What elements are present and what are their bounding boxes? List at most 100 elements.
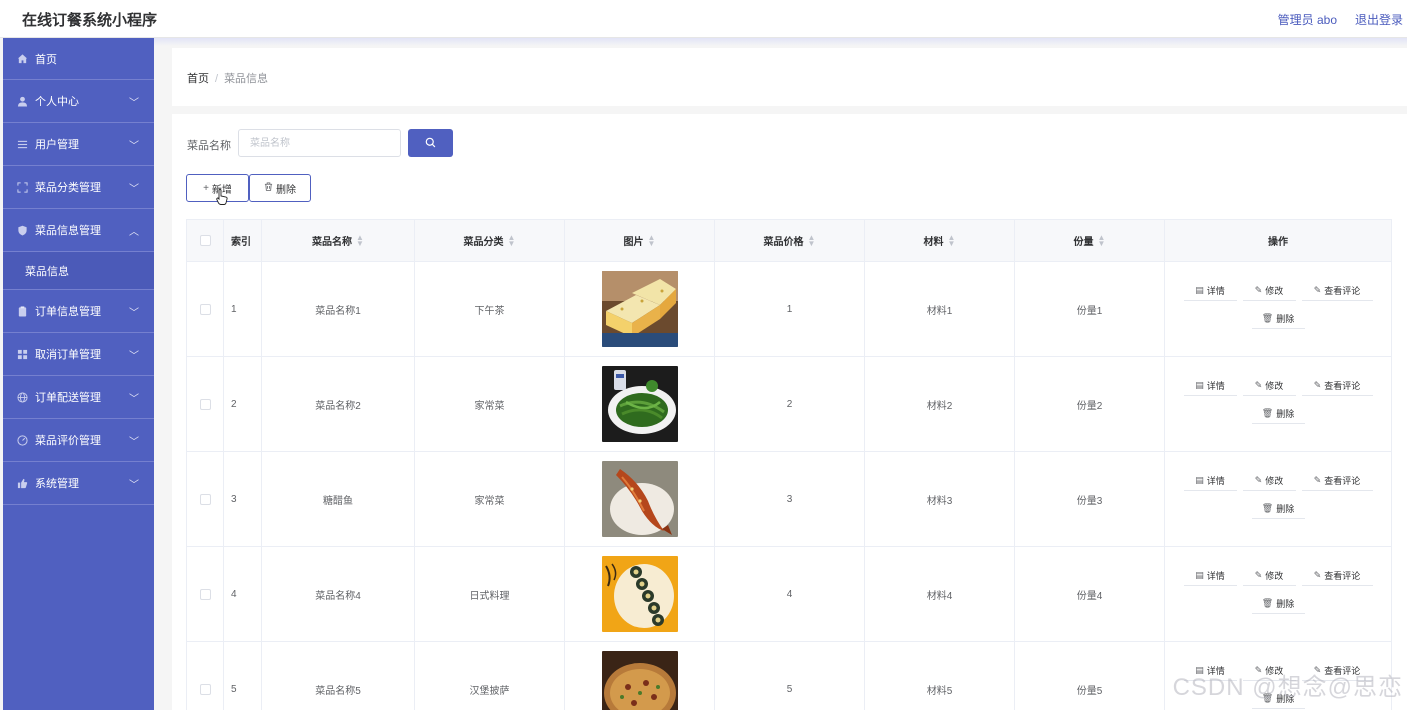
column-header-label: 菜品分类 [463,237,504,248]
gauge-icon [15,433,29,447]
breadcrumb-home[interactable]: 首页 [187,73,209,85]
edit-button[interactable]: ✎ 修改 [1242,471,1296,491]
column-header-price[interactable]: 菜品价格 ▲ ▼ [715,220,865,261]
column-header-actions: 操作 [1165,220,1391,261]
breadcrumb: 首页 / 菜品信息 [187,70,268,86]
detail-button[interactable]: ▤ 详情 [1183,376,1237,396]
sidebar-item-label: 系统管理 [35,478,79,490]
view-comments-button[interactable]: ✎ 查看评论 [1301,281,1373,301]
batch-delete-button[interactable]: 删除 [249,174,311,202]
row-delete-button[interactable]: 🗑 删除 [1251,594,1305,614]
document-icon: ▤ [1195,570,1204,580]
edit-icon: ✎ [1254,285,1263,295]
row-index: 1 [224,262,262,356]
row-index: 2 [224,357,262,451]
sort-icon[interactable]: ▲ ▼ [648,233,656,247]
row-checkbox[interactable] [199,398,211,410]
view-comments-button[interactable]: ✎ 查看评论 [1301,376,1373,396]
detail-button[interactable]: ▤ 详情 [1183,281,1237,301]
detail-button[interactable]: ▤ 详情 [1183,471,1237,491]
clipboard-icon [15,304,29,318]
sort-icon[interactable]: ▲ ▼ [808,233,816,247]
select-all-checkbox[interactable] [199,235,211,246]
view-comments-button[interactable]: ✎ 查看评论 [1301,566,1373,586]
main-content-card: 菜品名称 + 新增 删除 索引 菜品名称▲▼ 菜品分类▲▼ 图片▲▼ 菜品价格▲… [172,114,1407,710]
row-checkbox[interactable] [199,683,211,695]
sort-icon[interactable]: ▲ ▼ [508,233,516,247]
edit-label: 修改 [1265,476,1284,486]
chevron-up-icon: ︿ [129,227,139,238]
detail-button[interactable]: ▤ 详情 [1183,566,1237,586]
comments-label: 查看评论 [1324,286,1361,296]
dish-image-green-beans [601,366,678,442]
column-header-image[interactable]: 图片 ▲ ▼ [565,220,715,261]
column-header-portion[interactable]: 份量 ▲ ▼ [1015,220,1165,261]
sidebar-item-reviews[interactable]: 菜品评价管理 ﹀ [3,419,154,462]
row-index: 4 [224,547,262,641]
breadcrumb-separator: / [215,73,219,85]
sidebar-item-orders[interactable]: 订单信息管理 ﹀ [3,290,154,333]
view-comments-button[interactable]: ✎ 查看评论 [1301,471,1373,491]
row-portion: 份量5 [1015,642,1165,710]
column-header-label: 份量 [1073,237,1094,248]
row-category: 家常菜 [415,357,565,451]
column-header-label: 菜品名称 [312,237,353,248]
sort-icon[interactable]: ▲ ▼ [948,233,956,247]
edit-icon: ✎ [1313,285,1322,295]
sidebar-item-label: 首页 [35,53,57,66]
sidebar-item-dish-info[interactable]: 菜品信息管理 ︿ [3,209,154,252]
row-checkbox[interactable] [199,493,211,505]
sidebar-item-profile[interactable]: 个人中心 ﹀ [3,80,154,123]
column-header-label: 图片 [623,237,644,248]
delete-label: 删除 [1276,314,1295,324]
edit-button[interactable]: ✎ 修改 [1242,281,1296,301]
column-header-label: 索引 [231,237,251,248]
sidebar-item-dish-category[interactable]: 菜品分类管理 ﹀ [3,166,154,209]
chevron-down-icon: ﹀ [129,351,139,362]
sidebar-item-label: 用户管理 [35,139,79,151]
column-header-material[interactable]: 材料 ▲ ▼ [865,220,1015,261]
sidebar-subitem-dish-info[interactable]: 菜品信息 [3,252,154,290]
search-button[interactable] [408,129,453,157]
row-material: 材料4 [865,547,1015,641]
thumb-icon [15,476,29,490]
detail-label: 详情 [1206,381,1225,391]
sort-icon[interactable]: ▲ ▼ [1098,233,1106,247]
logout-link[interactable]: 退出登录 [1355,11,1403,28]
dish-image-sushi-rolls [601,556,678,632]
detail-label: 详情 [1206,476,1225,486]
sidebar-item-label: 菜品信息管理 [35,225,101,237]
row-delete-button[interactable]: 🗑 删除 [1251,309,1305,329]
mouse-cursor-icon [216,189,228,208]
edit-button[interactable]: ✎ 修改 [1242,376,1296,396]
sidebar-item-system[interactable]: 系统管理 ﹀ [3,462,154,505]
row-dish-name: 菜品名称5 [262,642,415,710]
sidebar-item-users[interactable]: 用户管理 ﹀ [3,123,154,166]
frame-icon [15,180,29,194]
row-delete-button[interactable]: 🗑 删除 [1251,404,1305,424]
column-header-name[interactable]: 菜品名称 ▲ ▼ [262,220,415,261]
edit-button[interactable]: ✎ 修改 [1242,566,1296,586]
row-price: 1 [715,262,865,356]
top-header: 在线订餐系统小程序 管理员 abo 退出登录 [0,0,1407,38]
sidebar-item-home[interactable]: 首页 [3,38,154,80]
search-input[interactable] [238,129,401,157]
row-category: 下午茶 [415,262,565,356]
column-header-category[interactable]: 菜品分类 ▲ ▼ [415,220,565,261]
sidebar-item-cancel-orders[interactable]: 取消订单管理 ﹀ [3,333,154,376]
row-checkbox[interactable] [199,303,211,315]
sidebar-item-delivery[interactable]: 订单配送管理 ﹀ [3,376,154,419]
row-checkbox[interactable] [199,588,211,600]
row-delete-button[interactable]: 🗑 删除 [1251,499,1305,519]
trash-icon: 🗑 [1261,503,1274,513]
row-material: 材料1 [865,262,1015,356]
chevron-down-icon: ﹀ [129,308,139,319]
document-icon: ▤ [1195,285,1204,295]
edit-icon: ✎ [1254,380,1263,390]
delete-button-label: 删除 [276,184,296,196]
sort-icon[interactable]: ▲ ▼ [356,233,364,247]
edit-label: 修改 [1265,286,1284,296]
list-icon [15,137,29,151]
edit-icon: ✎ [1254,475,1263,485]
edit-icon: ✎ [1254,570,1263,580]
